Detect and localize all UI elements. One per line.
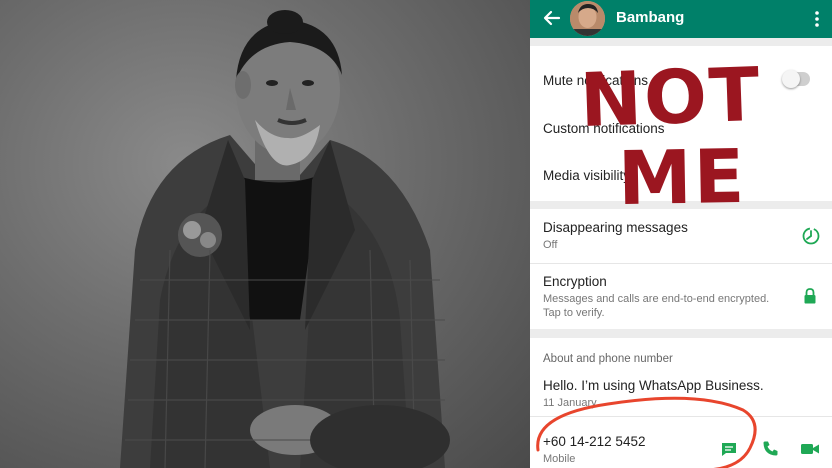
about-section-title: About and phone number: [543, 353, 673, 365]
contact-name[interactable]: Bambang: [616, 9, 684, 26]
man-in-suit-portrait: [120, 10, 450, 468]
overflow-menu-icon[interactable]: [814, 10, 820, 28]
red-circle-annotation: [536, 396, 757, 468]
top-app-bar: Bambang: [530, 0, 832, 38]
back-arrow-icon[interactable]: [542, 8, 562, 28]
overlay-line-1: NOT: [578, 51, 763, 145]
divider: [530, 263, 832, 264]
encryption-description-line1: Messages and calls are end-to-end encryp…: [543, 293, 770, 305]
profile-photo: [0, 0, 530, 468]
lock-icon: [804, 288, 816, 304]
disappearing-messages-value: Off: [543, 239, 558, 251]
contact-avatar[interactable]: [570, 1, 605, 36]
timer-icon: [802, 227, 820, 245]
video-call-icon[interactable]: [800, 442, 820, 456]
encryption-description-line2: Tap to verify.: [543, 307, 605, 319]
overlay-line-2: ME: [617, 133, 747, 223]
encryption-label[interactable]: Encryption: [543, 274, 607, 289]
not-me-overlay: NOT ME: [578, 51, 790, 230]
